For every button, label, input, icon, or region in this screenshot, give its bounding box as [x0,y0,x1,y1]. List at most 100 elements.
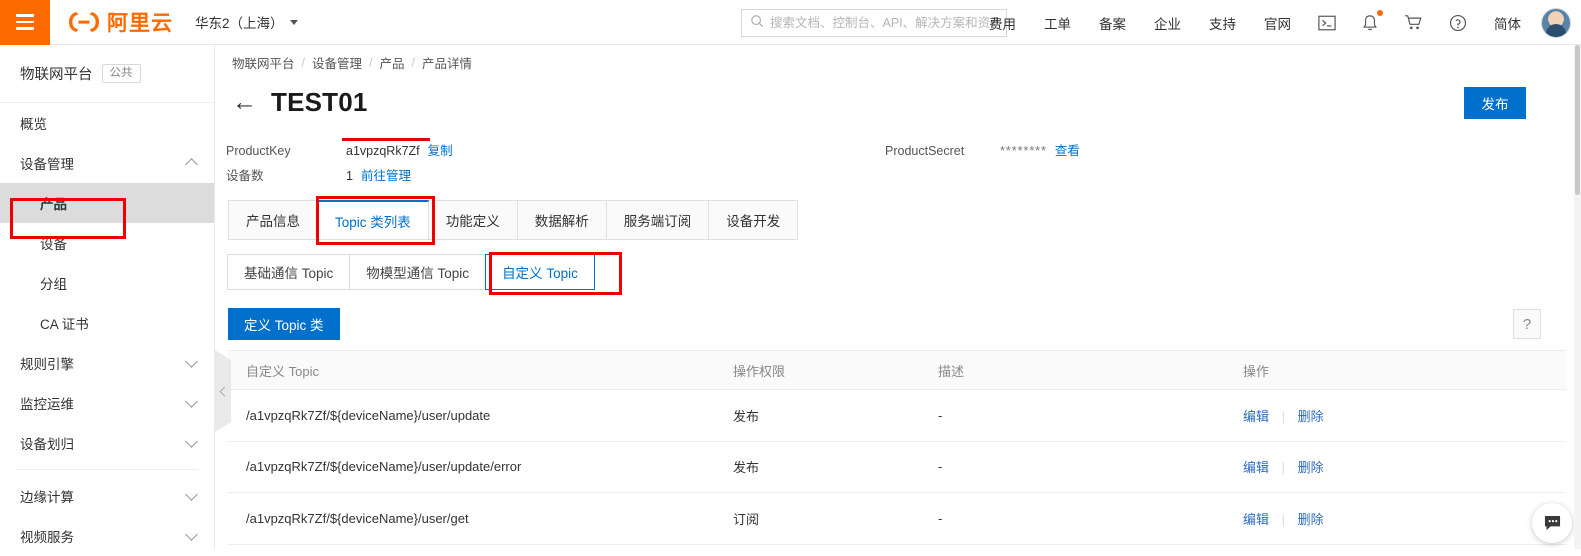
bell-icon[interactable] [1349,0,1391,45]
chevron-down-icon [185,487,198,501]
topnav-item-support[interactable]: 支持 [1195,0,1250,45]
sidebar-item-label: 监控运维 [20,397,74,412]
breadcrumb-item-device-management[interactable]: 设备管理 [312,53,362,72]
subtab-tsl-communication-topic[interactable]: 物模型通信 Topic [349,254,487,290]
sidebar-item-label: 规则引擎 [20,357,74,372]
cart-icon[interactable] [1391,0,1436,45]
cell-topic: /a1vpzqRk7Zf/${deviceName}/user/update [246,407,491,423]
aliyun-logo[interactable]: 阿里云 [67,7,173,37]
product-secret-value: ******** [1000,144,1047,158]
delete-link[interactable]: 删除 [1298,460,1324,475]
cell-permission: 订阅 [733,511,760,527]
sidebar-item-monitoring[interactable]: 监控运维 [0,383,214,423]
hamburger-bar [16,14,34,17]
sidebar-item-rule-engine[interactable]: 规则引擎 [0,343,214,383]
table-row: /a1vpzqRk7Zf/${deviceName}/user/update/e… [228,442,1566,493]
edit-link[interactable]: 编辑 [1243,460,1269,475]
product-secret-row: ProductSecret ******** 查看 [885,140,1080,159]
delete-link[interactable]: 删除 [1298,512,1324,527]
notification-badge-dot [1377,10,1383,16]
tab-topic-list[interactable]: Topic 类列表 [318,200,429,239]
sidebar-collapse-handle[interactable] [215,350,231,432]
annotation-underline-device-count [342,138,430,141]
back-arrow-icon[interactable]: ← [232,90,257,115]
subtab-custom-topic[interactable]: 自定义 Topic [485,254,595,290]
topnav-item-ticket[interactable]: 工单 [1030,0,1085,45]
cell-description: - [938,459,943,475]
chevron-down-icon [185,434,198,448]
sidebar-item-label: 设备管理 [20,157,74,172]
chevron-up-icon [185,158,198,171]
detail-tabs: 产品信息 Topic 类列表 功能定义 数据解析 服务端订阅 设备开发 [228,200,799,240]
cell-actions: 编辑 | 删除 [1243,509,1566,528]
help-circle-icon[interactable] [1436,0,1480,45]
table-row: /a1vpzqRk7Zf/${deviceName}/user/update 发… [228,390,1566,442]
publish-button[interactable]: 发布 [1464,87,1526,119]
sidebar-item-devices[interactable]: 设备 [0,223,214,263]
page-scrollbar[interactable] [1574,45,1581,549]
go-to-device-management-link[interactable]: 前往管理 [361,165,411,184]
breadcrumb-item-products[interactable]: 产品 [380,53,405,72]
user-avatar[interactable] [1541,7,1571,38]
language-selector[interactable]: 简体 [1480,0,1535,45]
column-header-custom-topic: 自定义 Topic [246,363,319,379]
breadcrumb-separator: / [411,55,415,70]
aliyun-logo-text: 阿里云 [107,11,173,35]
sidebar-item-label: 产品 [40,197,67,212]
sidebar-item-video-service[interactable]: 视频服务 [0,516,214,556]
search-input[interactable] [770,16,998,30]
cell-permission: 发布 [733,460,760,476]
chevron-down-icon [185,394,198,408]
chevron-down-icon [289,19,298,25]
aliyun-logo-mark [67,10,101,34]
chevron-left-icon [219,386,230,396]
sidebar-item-ca-certificates[interactable]: CA 证书 [0,303,214,343]
hamburger-menu-icon[interactable] [0,0,50,45]
sidebar-item-device-management[interactable]: 设备管理 [0,143,214,183]
help-question-icon[interactable]: ? [1513,309,1541,339]
copy-product-key-link[interactable]: 复制 [428,140,453,159]
action-separator: | [1281,408,1286,424]
edit-link[interactable]: 编辑 [1243,409,1269,424]
sidebar-item-edge-computing[interactable]: 边缘计算 [0,476,214,516]
page-title: TEST01 [271,87,368,117]
region-selector[interactable]: 华东2（上海） [195,12,298,32]
breadcrumb-item-iot-platform[interactable]: 物联网平台 [232,53,295,72]
tab-device-development[interactable]: 设备开发 [709,201,798,239]
scrollbar-thumb[interactable] [1575,45,1580,195]
region-label: 华东2（上海） [195,16,284,31]
define-topic-class-button[interactable]: 定义 Topic 类 [228,308,340,340]
sidebar-instance-tag: 公共 [101,63,141,84]
tab-data-parsing[interactable]: 数据解析 [517,201,607,239]
topnav-item-beian[interactable]: 备案 [1085,0,1140,45]
sidebar-item-label: 设备 [40,237,67,252]
search-box[interactable] [741,9,1007,37]
global-search[interactable] [741,9,1007,37]
topnav-item-enterprise[interactable]: 企业 [1140,0,1195,45]
main-content: 物联网平台 / 设备管理 / 产品 / 产品详情 ← TEST01 发布 Pro… [215,45,1581,549]
subtab-basic-communication-topic[interactable]: 基础通信 Topic [227,254,351,290]
view-product-secret-link[interactable]: 查看 [1055,140,1080,159]
column-header-description: 描述 [938,363,965,379]
topic-category-segmented-control: 基础通信 Topic 物模型通信 Topic 自定义 Topic [227,254,595,290]
delete-link[interactable]: 删除 [1298,409,1324,424]
breadcrumb-separator: / [369,55,373,70]
top-header-bar: 阿里云 华东2（上海） 费用 工单 备案 企业 支持 官网 [0,0,1581,45]
tab-server-subscription[interactable]: 服务端订阅 [606,201,710,239]
sidebar-item-products[interactable]: 产品 [0,183,214,223]
sidebar-item-device-assignment[interactable]: 设备划归 [0,423,214,463]
terminal-icon[interactable] [1305,0,1349,45]
product-secret-label: ProductSecret [885,144,965,158]
tab-feature-definition[interactable]: 功能定义 [428,201,518,239]
chat-bubble-icon[interactable] [1532,503,1572,543]
topnav-item-fee[interactable]: 费用 [975,0,1030,45]
left-sidebar: 物联网平台 公共 概览 设备管理 产品 设备 分组 CA 证书 规则引擎 监控运… [0,45,215,549]
sidebar-item-overview[interactable]: 概览 [0,103,214,143]
tab-product-info[interactable]: 产品信息 [229,201,318,239]
chevron-down-icon [185,354,198,368]
topnav-item-website[interactable]: 官网 [1250,0,1305,45]
breadcrumb-separator: / [301,55,305,70]
sidebar-item-groups[interactable]: 分组 [0,263,214,303]
sidebar-item-label: CA 证书 [40,317,89,332]
edit-link[interactable]: 编辑 [1243,512,1269,527]
